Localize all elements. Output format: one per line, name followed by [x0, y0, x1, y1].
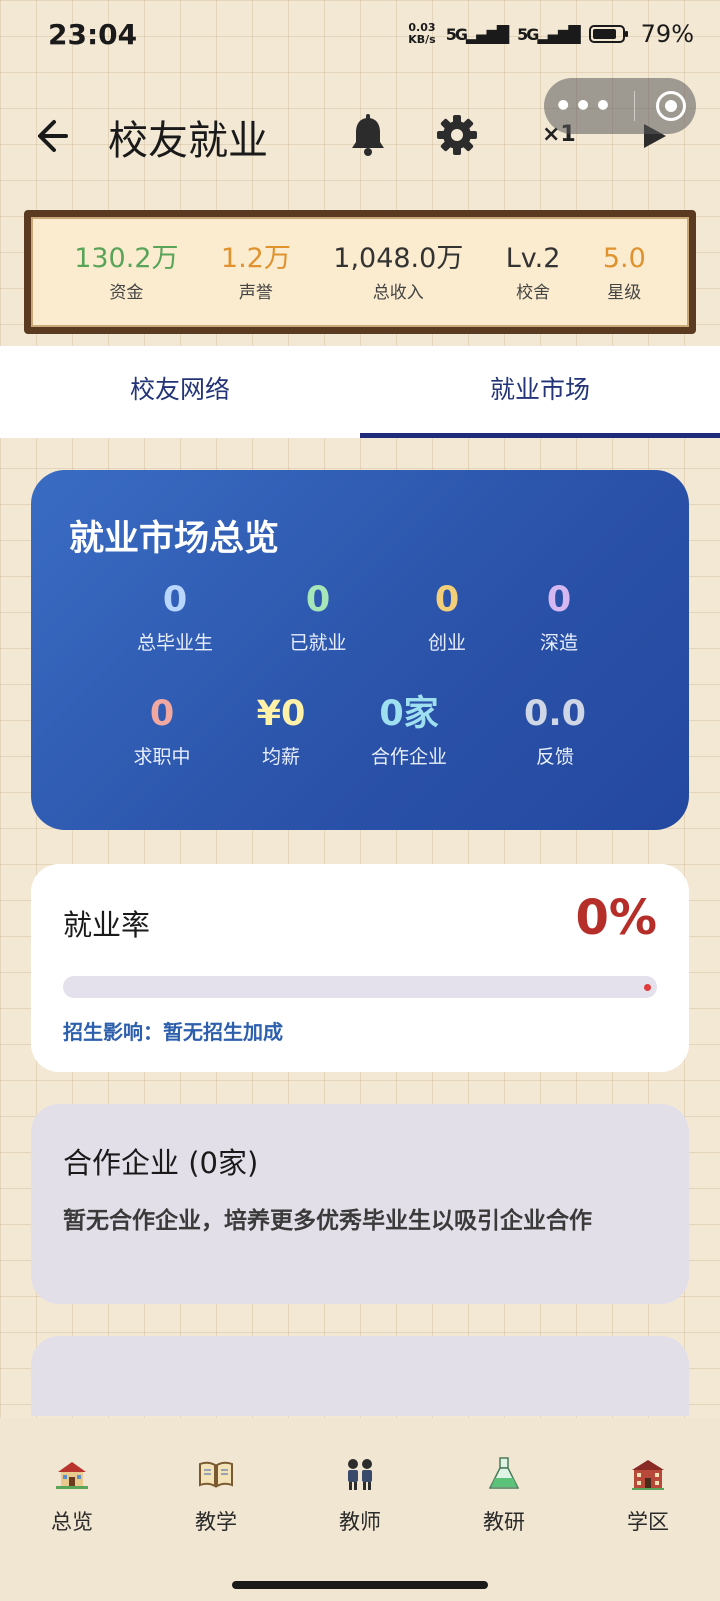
progress-marker	[644, 984, 651, 991]
stat-label: 资金	[109, 282, 144, 303]
overview-employed: 0 已就业	[289, 580, 347, 654]
school-house-icon	[54, 1456, 90, 1492]
employment-rate-label: 就业率	[63, 908, 151, 942]
page-title: 校友就业	[108, 118, 268, 164]
stat-star-rating: 5.0 星级	[603, 242, 646, 303]
stat-funds: 130.2万 资金	[74, 242, 178, 303]
signal-icon-2: 5G▂▄▆█	[517, 24, 581, 44]
nav-label: 教研	[483, 1510, 525, 1534]
job-market-overview-card: 就业市场总览 0 总毕业生 0 已就业 0 创业 0 深造 0 求职中 ¥0 均…	[31, 470, 689, 830]
flask-icon	[486, 1456, 522, 1492]
bell-icon[interactable]	[350, 114, 386, 158]
employment-rate-value: 0%	[575, 890, 658, 946]
partner-companies-card: 合作企业 (0家) 暂无合作企业，培养更多优秀毕业生以吸引企业合作	[31, 1104, 689, 1304]
stat-value: 5.0	[602, 242, 646, 274]
stat-value: 1.2万	[220, 242, 291, 274]
nav-label: 教学	[195, 1510, 237, 1534]
partners-title: 合作企业 (0家)	[63, 1146, 259, 1180]
overview-feedback: 0.0 反馈	[523, 694, 586, 768]
employment-rate-progress	[63, 976, 657, 998]
close-target-icon[interactable]	[655, 91, 686, 121]
tab-job-market[interactable]: 就业市场	[360, 346, 720, 438]
overview-partner-companies: 0家 合作企业	[370, 694, 447, 768]
resource-board: 130.2万 资金 1.2万 声誉 1,048.0万 总收入 Lv.2 校舍 5…	[24, 210, 696, 334]
campus-building-icon	[630, 1456, 666, 1492]
enrollment-impact-note: 招生影响：暂无招生加成	[63, 1020, 283, 1044]
overview-job-seeking: 0 求职中	[133, 694, 191, 768]
overview-avg-salary: ¥0 均薪	[256, 694, 306, 768]
stat-label: 校舍	[516, 282, 551, 303]
stat-label: 声誉	[238, 282, 273, 303]
stat-campus-level: Lv.2 校舍	[506, 242, 561, 303]
more-dots-icon[interactable]: •••	[554, 92, 614, 120]
bottom-nav: 总览 教学 教师 教研 学区	[0, 1448, 720, 1558]
stat-label: 总收入	[372, 282, 424, 303]
status-time: 23:04	[48, 18, 138, 51]
stat-total-income: 1,048.0万 总收入	[333, 242, 463, 303]
teachers-icon	[342, 1456, 378, 1492]
stat-value: 130.2万	[74, 242, 179, 274]
gear-icon[interactable]	[436, 114, 478, 156]
next-card	[31, 1336, 689, 1416]
partners-empty-text: 暂无合作企业，培养更多优秀毕业生以吸引企业合作	[63, 1208, 592, 1234]
nav-item-teaching[interactable]: 教学	[156, 1448, 276, 1558]
nav-item-district[interactable]: 学区	[588, 1448, 708, 1558]
nav-label: 总览	[51, 1510, 93, 1534]
status-icons: 0.03 KB/s 5G▂▄▆█ 5G▂▄▆█ 79%	[408, 20, 694, 48]
overview-total-graduates: 0 总毕业生	[136, 580, 213, 654]
overview-startup: 0 创业	[427, 580, 466, 654]
overview-title: 就业市场总览	[69, 519, 280, 559]
signal-icon: 5G▂▄▆█	[445, 24, 510, 44]
stat-label: 星级	[607, 282, 642, 303]
battery-icon	[588, 25, 628, 43]
stat-value: Lv.2	[505, 242, 561, 274]
stat-value: 1,048.0万	[333, 242, 464, 274]
tab-alumni-network[interactable]: 校友网络	[0, 346, 360, 438]
back-arrow-icon[interactable]	[36, 112, 76, 160]
stat-reputation: 1.2万 声誉	[221, 242, 291, 303]
overview-further-study: 0 深造	[539, 580, 578, 654]
nav-item-research[interactable]: 教研	[444, 1448, 564, 1558]
miniprogram-capsule[interactable]: •••	[544, 78, 696, 134]
home-indicator	[232, 1581, 488, 1589]
tab-bar: 校友网络 就业市场	[0, 346, 720, 438]
open-book-icon	[198, 1456, 234, 1492]
nav-label: 学区	[627, 1510, 669, 1534]
network-speed: 0.03 KB/s	[408, 21, 436, 46]
nav-label: 教师	[339, 1510, 381, 1534]
nav-item-overview[interactable]: 总览	[12, 1448, 132, 1558]
nav-item-teachers[interactable]: 教师	[300, 1448, 420, 1558]
employment-rate-card: 就业率 0% 招生影响：暂无招生加成	[31, 864, 689, 1072]
battery-percent: 79%	[640, 20, 694, 48]
